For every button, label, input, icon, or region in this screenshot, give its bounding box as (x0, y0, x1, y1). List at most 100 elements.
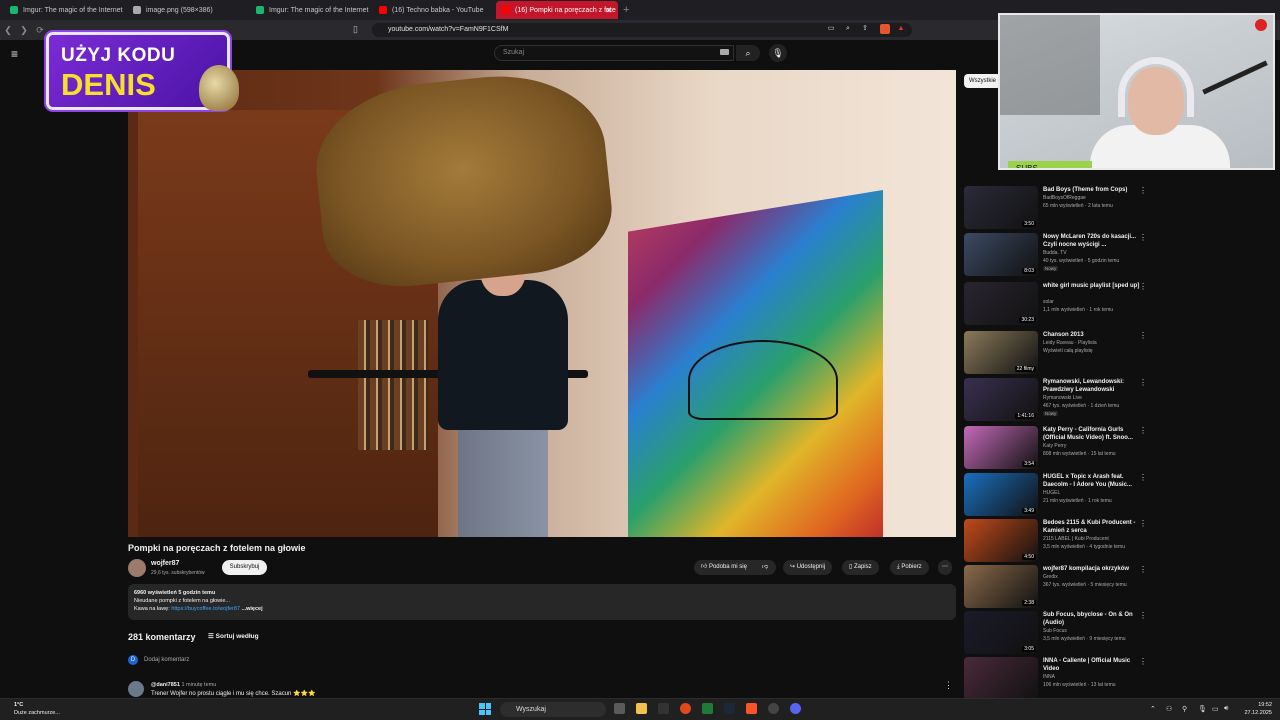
menu-icon[interactable]: ≡ (11, 47, 18, 61)
browser-tab[interactable]: image.png (598×386) (127, 1, 249, 19)
recommendation-title[interactable]: Bedoes 2115 & Kubi Producent - Kamień z … (1043, 519, 1141, 535)
recommendation-title[interactable]: Bad Boys (Theme from Cops) (1043, 186, 1141, 194)
recommendation-menu-icon[interactable]: ⋮ (1139, 519, 1147, 528)
recommendation-item[interactable]: 22 filmy Chanson 2013 Leidy Raveau · Playl… (964, 331, 1154, 377)
dislike-button[interactable]: 👎︎ (758, 560, 776, 575)
recommendation-channel[interactable]: Leidy Raveau · Playlista (1043, 340, 1097, 347)
zoom-icon[interactable]: ⌕ (843, 24, 853, 34)
recommendation-thumbnail[interactable]: 3:50 (964, 186, 1038, 229)
recommendation-channel[interactable]: HUGEL (1043, 490, 1060, 497)
recommendation-menu-icon[interactable]: ⋮ (1139, 233, 1147, 242)
coffee-link[interactable]: https://buycoffee.to/wojfer87 (171, 606, 240, 612)
taskbar-search[interactable]: Wyszukaj (500, 702, 606, 717)
obs-icon[interactable] (768, 703, 779, 714)
save-button[interactable]: ▯ Zapisz (842, 560, 879, 575)
discord-icon[interactable] (790, 703, 801, 714)
brave-shield-icon[interactable] (880, 24, 890, 34)
recommendation-item[interactable]: 3:50 Bad Boys (Theme from Cops) BadBoysOfR… (964, 186, 1154, 232)
recommendation-channel[interactable]: 2115 LABEL | Kubi Producent (1043, 536, 1109, 543)
back-icon[interactable]: ❮ (0, 25, 16, 36)
recommendation-thumbnail[interactable]: 2:38 (964, 565, 1038, 608)
weather-widget[interactable]: 1°C Duże zachmurze... (14, 701, 60, 717)
recommendation-channel[interactable]: Sub Focus (1043, 628, 1067, 635)
recommendation-menu-icon[interactable]: ⋮ (1139, 473, 1147, 482)
recommendation-menu-icon[interactable]: ⋮ (1139, 282, 1147, 291)
recommendation-item[interactable]: 1:41:16 Rymanowski, Lewandowski: Prawdziw… (964, 378, 1154, 424)
recommendation-menu-icon[interactable]: ⋮ (1139, 426, 1147, 435)
comment-avatar[interactable] (128, 681, 144, 697)
recommendation-menu-icon[interactable]: ⋮ (1139, 565, 1147, 574)
new-tab-icon[interactable]: + (623, 4, 629, 16)
excel-icon[interactable] (702, 703, 713, 714)
recommendation-item[interactable]: 3:05 Sub Focus, bbyclose - On & On (Audio… (964, 611, 1154, 657)
steam-icon[interactable] (724, 703, 735, 714)
more-actions-button[interactable]: ⋯ (938, 560, 952, 575)
description-box[interactable]: 6960 wyświetleń 5 godzin temu Nieudane p… (128, 584, 956, 620)
recommendation-title[interactable]: Sub Focus, bbyclose - On & On (Audio) (1043, 611, 1141, 627)
file-explorer-icon[interactable] (636, 703, 647, 714)
forward-icon[interactable]: ❯ (16, 25, 32, 36)
comment-user[interactable]: @dani7851 (151, 682, 180, 688)
recommendation-channel[interactable]: Katy Perry (1043, 443, 1066, 450)
search-button[interactable]: ⌕ (736, 45, 760, 61)
tray-wifi-icon[interactable]: ▭ (1212, 705, 1219, 713)
sort-comments-button[interactable]: ☰ Sortuj według (208, 632, 259, 640)
recommendation-thumbnail[interactable]: 8:03 (964, 233, 1038, 276)
recommendation-channel[interactable]: INNA (1043, 674, 1055, 681)
start-button[interactable] (479, 703, 491, 715)
brave-icon[interactable] (746, 703, 757, 714)
filter-chip-all[interactable]: Wszystkie (964, 74, 1001, 88)
recommendation-item[interactable]: 3:54 Katy Perry - California Gurls (Offic… (964, 426, 1154, 472)
tray-chevron-icon[interactable]: ⌃ (1150, 705, 1156, 713)
tray-mic-icon[interactable]: 🎙 (1198, 705, 1207, 713)
recommendation-channel[interactable]: Gredix (1043, 574, 1058, 581)
recommendation-item[interactable]: 2:38 wojfer87 kompilacja okrzyków Gredix 36… (964, 565, 1154, 611)
reload-icon[interactable]: ⟳ (32, 25, 48, 36)
share-button[interactable]: ↪ Udostępnij (783, 560, 833, 575)
recommendation-item[interactable]: INNA - Caliente | Official Music Video IN… (964, 657, 1154, 703)
tray-network-icon[interactable]: ⚲ (1182, 705, 1187, 713)
system-clock[interactable]: 19:52 27.12.2025 (1236, 701, 1272, 717)
recommendation-channel[interactable]: BadBoysOfReggae (1043, 195, 1086, 202)
recommendation-menu-icon[interactable]: ⋮ (1139, 657, 1147, 666)
browser-tab[interactable]: Imgur: The magic of the Internet (4, 1, 126, 19)
recommendation-thumbnail[interactable]: 22 filmy (964, 331, 1038, 374)
recommendation-channel[interactable]: solar (1043, 299, 1054, 306)
recommendation-thumbnail[interactable] (964, 657, 1038, 700)
recommendation-title[interactable]: Nowy McLaren 720s do kasacji... Czyli no… (1043, 233, 1141, 249)
add-comment-input[interactable]: Dodaj komentarz (144, 657, 189, 663)
recommendation-item[interactable]: 30:23 white girl music playlist [sped up]… (964, 282, 1154, 328)
app-icon[interactable] (658, 703, 669, 714)
close-tab-icon[interactable]: ✕ (605, 6, 612, 15)
recommendation-menu-icon[interactable]: ⋮ (1139, 378, 1147, 387)
rewards-icon[interactable]: ▲ (896, 24, 906, 34)
recommendation-item[interactable]: 8:03 Nowy McLaren 720s do kasacji... Czyl… (964, 233, 1154, 279)
keyboard-icon[interactable] (720, 49, 729, 55)
comment-menu-icon[interactable]: ⋮ (944, 680, 953, 691)
browser-tab[interactable]: Imgur: The magic of the Internet (250, 1, 372, 19)
recommendation-thumbnail[interactable]: 4:50 (964, 519, 1038, 562)
tray-volume-icon[interactable]: 🔊︎ (1224, 705, 1228, 713)
recommendation-title[interactable]: Rymanowski, Lewandowski: Prawdziwy Lewan… (1043, 378, 1141, 394)
channel-name[interactable]: wojfer87 (151, 560, 179, 567)
download-button[interactable]: ⤓ Pobierz (890, 560, 929, 575)
recommendation-thumbnail[interactable]: 3:05 (964, 611, 1038, 654)
recommendation-channel[interactable]: Budda. TV (1043, 250, 1067, 257)
browser-tab[interactable]: (16) Pompki na poręczach z fote ✕ (496, 1, 618, 19)
channel-avatar[interactable] (128, 559, 146, 577)
recommendation-channel[interactable]: Rymanowski Live (1043, 395, 1082, 402)
firefox-icon[interactable] (680, 703, 691, 714)
recommendation-item[interactable]: 4:50 Bedoes 2115 & Kubi Producent - Kamie… (964, 519, 1154, 565)
tray-app-icon[interactable]: ⚇ (1166, 705, 1172, 713)
recommendation-menu-icon[interactable]: ⋮ (1139, 186, 1147, 195)
recommendation-item[interactable]: 3:49 HUGEL x Topic x Arash feat. Daecolm … (964, 473, 1154, 519)
share-page-icon[interactable]: ⇪ (860, 24, 870, 34)
recommendation-title[interactable]: HUGEL x Topic x Arash feat. Daecolm - I … (1043, 473, 1141, 489)
browser-tab[interactable]: (16) Techno babka - YouTube (373, 1, 495, 19)
task-view-icon[interactable] (614, 703, 625, 714)
show-more-link[interactable]: ...więcej (240, 606, 263, 612)
recommendation-title[interactable]: Chanson 2013 (1043, 331, 1141, 339)
subscribe-button[interactable]: Subskrybuj (222, 560, 267, 575)
recommendation-title[interactable]: wojfer87 kompilacja okrzyków (1043, 565, 1141, 573)
recommendation-thumbnail[interactable]: 3:49 (964, 473, 1038, 516)
